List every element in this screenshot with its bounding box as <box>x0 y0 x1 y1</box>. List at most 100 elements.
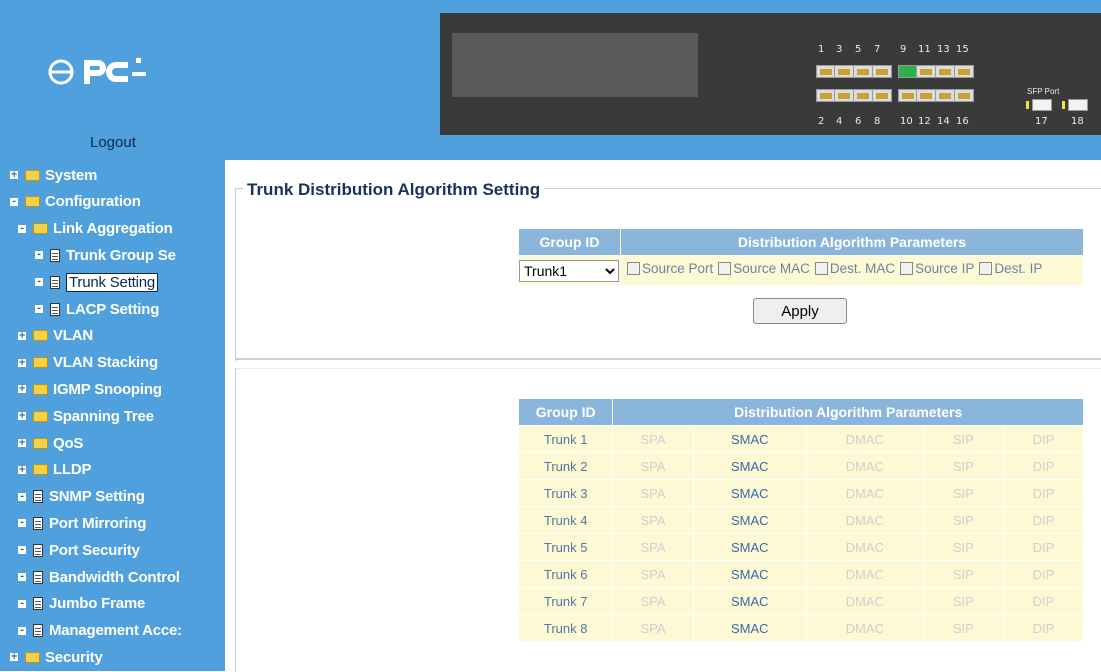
ethernet-port-icon <box>954 89 974 102</box>
param-dip-cell: DIP <box>1002 506 1085 534</box>
port-number-label: 1 <box>818 44 825 55</box>
sidebar-item-label: Port Security <box>49 541 140 559</box>
expand-icon[interactable]: + <box>18 412 26 421</box>
algorithm-form-table: Group ID Distribution Algorithm Paramete… <box>518 228 1084 286</box>
collapse-icon[interactable]: - <box>18 599 26 608</box>
expand-icon[interactable]: + <box>10 653 18 662</box>
expand-icon[interactable]: + <box>18 358 26 367</box>
collapse-icon[interactable]: - <box>18 626 26 635</box>
port-number-label: 10 <box>900 116 913 127</box>
checkbox-source-ip[interactable]: Source IP <box>900 261 974 276</box>
sidebar-item-spanning-tree[interactable]: + Spanning Tree <box>18 403 154 429</box>
param-sip-cell: SIP <box>922 614 1004 642</box>
param-sip-cell: SIP <box>922 506 1004 534</box>
sidebar-item-label: SNMP Setting <box>49 488 145 506</box>
expand-icon[interactable]: + <box>18 385 26 394</box>
port-number-label: 13 <box>937 44 950 55</box>
param-sip-cell: SIP <box>922 560 1004 588</box>
sidebar-item-label: Management Acce: <box>49 622 182 640</box>
sidebar-item-link-aggregation[interactable]: - Link Aggregation <box>18 216 173 242</box>
collapse-icon[interactable]: - <box>35 305 43 314</box>
trunk-group-cell: Trunk 8 <box>517 614 614 642</box>
ethernet-port-icon <box>898 89 918 102</box>
expand-icon[interactable]: + <box>18 439 26 448</box>
collapse-icon[interactable]: - <box>35 251 43 260</box>
folder-icon <box>33 437 48 449</box>
document-icon <box>50 248 60 262</box>
checkbox-box[interactable] <box>900 262 914 275</box>
sidebar-item-configuration[interactable]: - Configuration <box>10 189 141 215</box>
collapse-icon[interactable]: - <box>10 197 18 206</box>
sidebar-item-trunk-setting[interactable]: - Trunk Setting <box>35 269 159 295</box>
param-smac-cell: SMAC <box>692 506 807 534</box>
sidebar-item-system[interactable]: + System <box>10 162 97 188</box>
sidebar-item-bandwidth-control[interactable]: - Bandwidth Control <box>18 564 180 590</box>
group-id-select[interactable]: Trunk1 <box>519 259 619 282</box>
form-header-row: Group ID Distribution Algorithm Paramete… <box>518 228 1084 256</box>
expand-icon[interactable]: + <box>18 465 26 474</box>
checkbox-label: Source MAC <box>733 261 810 276</box>
checkbox-dest-mac[interactable]: Dest. MAC <box>814 261 895 276</box>
trunk-group-cell: Trunk 5 <box>517 533 614 561</box>
sidebar-item-qos[interactable]: + QoS <box>18 430 83 456</box>
device-display-panel <box>452 33 698 97</box>
param-spa-cell: SPA <box>612 506 694 534</box>
table-row: Trunk 2 SPA SMAC DMAC SIP DIP <box>517 452 1085 480</box>
form-row: Trunk1 Source Port Source MAC Dest. MAC Sou… <box>518 255 1084 286</box>
trunk-group-cell: Trunk 2 <box>517 452 614 480</box>
checkbox-box[interactable] <box>979 262 993 275</box>
sidebar-item-port-security[interactable]: - Port Security <box>18 537 140 563</box>
trunk-group-cell: Trunk 7 <box>517 587 614 615</box>
checkbox-box[interactable] <box>627 262 640 275</box>
collapse-icon[interactable]: - <box>18 492 26 501</box>
trunk-group-cell: Trunk 4 <box>517 506 614 534</box>
param-dip-cell: DIP <box>1002 614 1085 642</box>
sidebar-item-trunk-group-se[interactable]: - Trunk Group Se <box>35 242 176 268</box>
checkbox-source-mac[interactable]: Source MAC <box>718 261 810 276</box>
checkbox-source-port[interactable]: Source Port <box>627 261 713 276</box>
sidebar-item-management-acce[interactable]: - Management Acce: <box>18 618 182 644</box>
table-row: Trunk 4 SPA SMAC DMAC SIP DIP <box>517 506 1085 534</box>
switch-front-panel: SFP Port 1 2 3 4 5 6 7 8 9 10 11 12 13 14 15 16 17 18 <box>440 13 1101 135</box>
param-spa-cell: SPA <box>612 587 694 615</box>
ethernet-port-icon <box>816 89 836 102</box>
expand-icon[interactable]: + <box>18 331 26 340</box>
sidebar-item-jumbo-frame[interactable]: - Jumbo Frame <box>18 591 145 617</box>
expand-icon[interactable]: + <box>10 171 18 180</box>
checkbox-dest-ip[interactable]: Dest. IP <box>979 261 1042 276</box>
status-header-row: Group ID Distribution Algorithm Paramete… <box>517 398 1084 426</box>
sfp-port-icon <box>1032 99 1052 111</box>
sidebar-item-snmp-setting[interactable]: - SNMP Setting <box>18 484 145 510</box>
param-dmac-cell: DMAC <box>805 614 924 642</box>
sidebar-item-vlan-stacking[interactable]: + VLAN Stacking <box>18 350 158 376</box>
sidebar-item-vlan[interactable]: + VLAN <box>18 323 93 349</box>
document-icon <box>33 516 43 530</box>
sidebar-item-label: LACP Setting <box>66 300 160 318</box>
collapse-icon[interactable]: - <box>18 573 26 582</box>
section-divider <box>235 358 1101 360</box>
sidebar-item-label: Link Aggregation <box>53 220 173 238</box>
apply-button[interactable]: Apply <box>753 298 847 324</box>
collapse-icon[interactable]: - <box>18 519 26 528</box>
trunk-group-cell: Trunk 1 <box>517 425 614 453</box>
folder-icon <box>33 357 48 369</box>
collapse-icon[interactable]: - <box>35 278 43 287</box>
collapse-icon[interactable]: - <box>18 224 26 233</box>
logout-link[interactable]: Logout <box>90 134 136 151</box>
document-icon <box>50 275 60 289</box>
param-dip-cell: DIP <box>1002 560 1085 588</box>
sidebar-item-security[interactable]: + Security <box>10 644 103 670</box>
folder-open-icon <box>33 223 48 235</box>
param-sip-cell: SIP <box>922 479 1004 507</box>
sfp-port-icon <box>1068 99 1088 111</box>
sidebar-item-igmp-snooping[interactable]: + IGMP Snooping <box>18 376 162 402</box>
sidebar-item-port-mirroring[interactable]: - Port Mirroring <box>18 510 146 536</box>
folder-icon <box>33 410 48 422</box>
checkbox-box[interactable] <box>814 262 828 275</box>
sidebar-item-label: Jumbo Frame <box>49 595 146 613</box>
collapse-icon[interactable]: - <box>18 546 26 555</box>
sfp-port-number: 17 <box>1035 116 1048 127</box>
sidebar-item-lacp-setting[interactable]: - LACP Setting <box>35 296 159 322</box>
sidebar-item-lldp[interactable]: + LLDP <box>18 457 92 483</box>
checkbox-box[interactable] <box>718 262 732 275</box>
